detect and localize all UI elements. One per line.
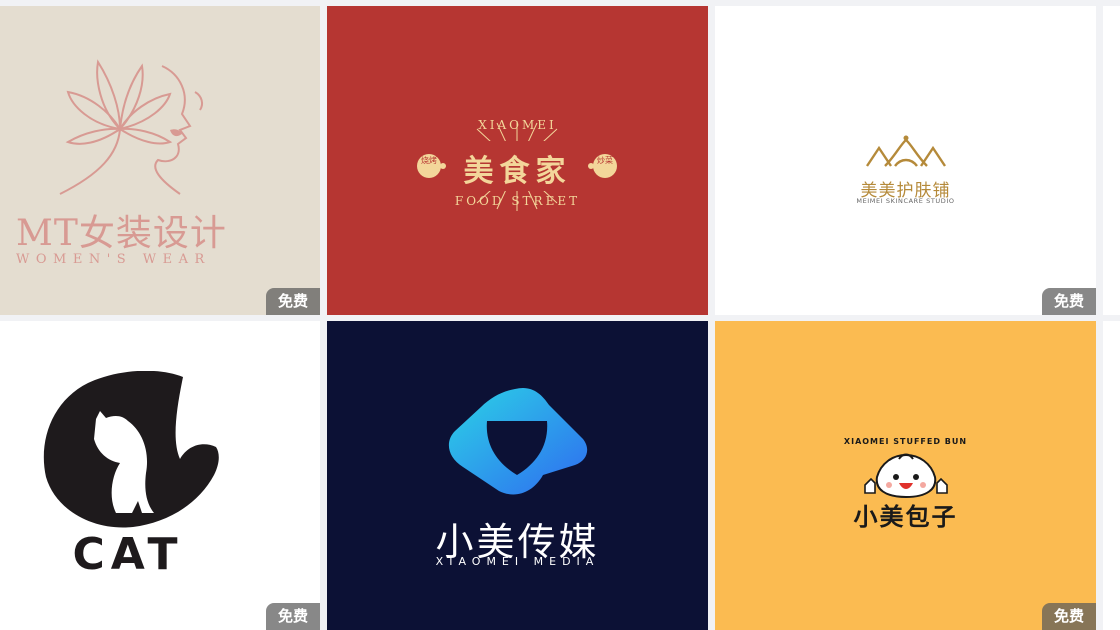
card-title: 小美包子 <box>853 503 958 531</box>
template-card-partial[interactable] <box>1103 6 1120 315</box>
template-card-mt-womens-wear[interactable]: MT女装设计 WOMEN'S WEAR 免费 <box>0 6 320 315</box>
crown-logo <box>866 135 946 167</box>
template-card-media[interactable]: 小美传媒 XIAOMEI MEDIA <box>327 321 708 630</box>
card-subtitle: MEIMEI SKINCARE STUDIO <box>856 197 955 205</box>
card-subtitle: XIAOMEI MEDIA <box>435 555 600 568</box>
card-arc-top: XIAOMEI <box>478 118 557 132</box>
triangle-shield-logo <box>448 387 588 495</box>
cat-moon-logo <box>43 371 219 528</box>
free-badge: 免费 <box>1042 288 1096 315</box>
template-card-skincare[interactable]: 美美护肤铺 MEIMEI SKINCARE STUDIO 免费 <box>715 6 1096 315</box>
free-badge: 免费 <box>1042 603 1096 630</box>
card-title: MT女装设计 <box>16 213 227 254</box>
lotus-face-logo <box>59 59 204 195</box>
card-arc-bottom: FOOD STREET <box>454 194 581 208</box>
template-card-food-street[interactable]: 烧烤 炒菜 XIAOMEI 美食家 FOOD STREET <box>327 6 708 315</box>
template-card-partial[interactable] <box>1103 321 1120 630</box>
template-card-cat[interactable]: CAT 免费 <box>0 321 320 630</box>
template-card-stuffed-bun[interactable]: XIAOMEI STUFFED BUN 小美包子 免费 <box>715 321 1096 630</box>
card-title: CAT <box>72 529 184 580</box>
free-badge: 免费 <box>266 288 320 315</box>
card-subtitle: WOMEN'S WEAR <box>16 252 211 267</box>
bun-mascot-logo <box>864 453 948 499</box>
card-title: 美食家 <box>463 154 572 189</box>
free-badge: 免费 <box>266 603 320 630</box>
template-grid: MT女装设计 WOMEN'S WEAR 免费 烧烤 炒菜 XIAOMEI 美食家… <box>0 0 1120 630</box>
card-arc: XIAOMEI STUFFED BUN <box>843 437 968 446</box>
